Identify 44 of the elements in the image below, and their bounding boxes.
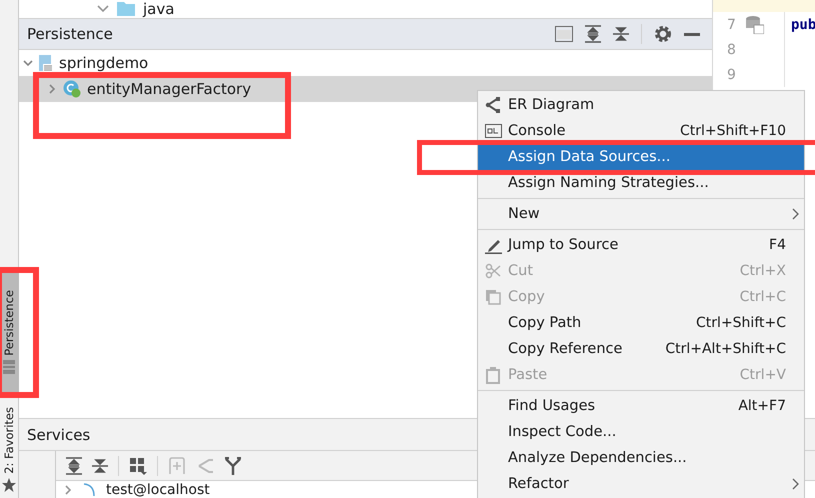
side-tab[interactable]: 2: Favorites	[0, 403, 18, 496]
minimize-icon[interactable]	[684, 32, 700, 36]
database-icon	[3, 360, 15, 374]
menu-item[interactable]: Assign Data Sources...	[478, 144, 804, 170]
menu-item[interactable]: Find Usages Alt+F7	[478, 393, 804, 419]
collapse-all-icon[interactable]	[92, 456, 108, 474]
line-number: 8	[727, 42, 736, 58]
collapse-all-icon[interactable]	[613, 25, 629, 43]
console-icon[interactable]	[555, 26, 573, 42]
scissors-icon	[485, 263, 501, 279]
copy-icon	[485, 289, 501, 305]
panel-title: Services	[27, 426, 90, 444]
tree-row[interactable]: springdemo	[19, 50, 712, 76]
menu-item[interactable]: Copy Reference Ctrl+Alt+Shift+C	[478, 336, 804, 362]
tree-label: test@localhost	[106, 482, 210, 498]
chevron-icon[interactable]	[97, 4, 109, 14]
star-icon	[2, 478, 16, 492]
menu-item[interactable]: Console Ctrl+Shift+F10	[478, 118, 804, 144]
chevron-icon[interactable]	[23, 58, 33, 68]
database-icon	[746, 16, 764, 34]
group-icon[interactable]	[129, 456, 147, 474]
menu-item[interactable]: Copy Path Ctrl+Shift+C	[478, 310, 804, 336]
branch-icon[interactable]	[224, 456, 242, 474]
line-number: 9	[727, 66, 736, 82]
tree-label: entityManagerFactory	[87, 80, 252, 98]
panel-title: Persistence	[27, 25, 113, 43]
menu-item[interactable]: Analyze Dependencies...	[478, 445, 804, 471]
menu-item[interactable]: Assign Naming Strategies...	[478, 170, 804, 196]
menu-item[interactable]: Jump to Source F4	[478, 232, 804, 258]
line-number: 7	[727, 16, 736, 32]
chevron-icon[interactable]	[64, 484, 72, 494]
class-icon	[63, 80, 81, 98]
module-icon	[39, 55, 53, 71]
clipboard-icon	[486, 366, 500, 384]
menu-item[interactable]: New	[478, 201, 804, 227]
folder-icon	[117, 2, 135, 16]
tree-label: springdemo	[59, 54, 148, 72]
menu-item[interactable]: Inspect Code...	[478, 419, 804, 445]
diagram-icon	[485, 97, 501, 113]
expand-all-icon[interactable]	[66, 456, 82, 474]
console-icon	[484, 124, 502, 138]
folder-label: java	[143, 0, 174, 18]
expand-all-icon[interactable]	[585, 25, 601, 43]
settings-icon[interactable]	[654, 25, 672, 43]
